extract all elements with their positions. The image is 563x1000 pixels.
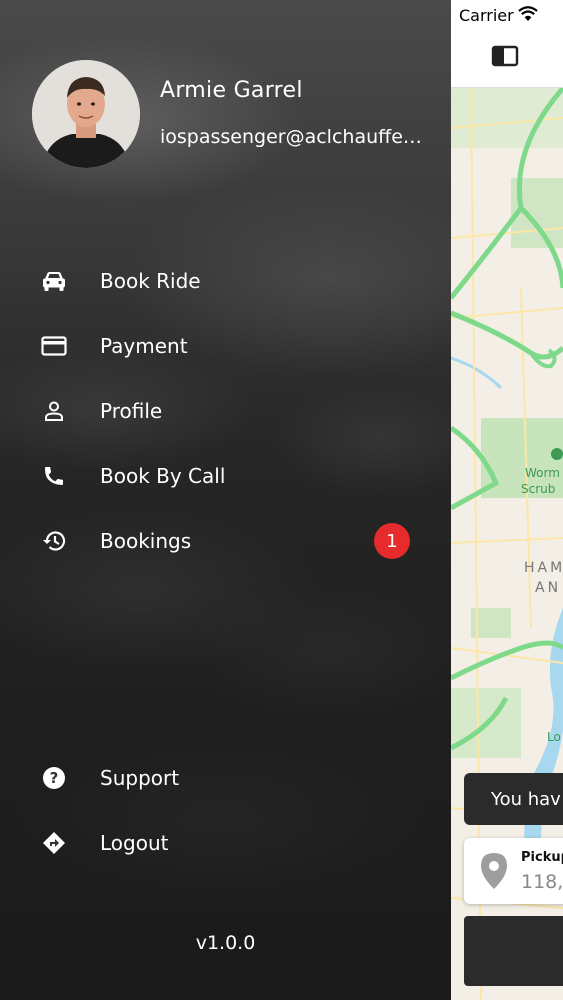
person-icon (40, 397, 68, 425)
menu-item-label: Book Ride (100, 269, 201, 293)
menu-item-label: Support (100, 766, 180, 790)
map-label: HAM (524, 560, 563, 576)
menu-item-label: Bookings (100, 529, 192, 553)
menu-item-label: Profile (100, 399, 163, 423)
directions-icon (40, 829, 68, 857)
main-screen: Carrier Worm Scrub HAM AN Lo You hav Pic… (451, 0, 563, 1000)
menu-item-label: Payment (100, 334, 188, 358)
notice-text: You hav (491, 788, 561, 810)
menu-item-book-by-call[interactable]: Book By Call (0, 448, 451, 504)
phone-icon (40, 462, 68, 490)
menu-item-logout[interactable]: Logout (0, 815, 451, 871)
notice-banner: You hav (464, 773, 563, 825)
car-icon (40, 267, 68, 295)
menu-item-label: Book By Call (100, 464, 226, 488)
menu-item-book-ride[interactable]: Book Ride (0, 253, 451, 309)
avatar[interactable] (32, 60, 140, 168)
side-drawer: Armie Garrel iospassenger@aclchauffeurs.… (0, 0, 451, 1000)
history-icon (40, 527, 68, 555)
menu-item-bookings[interactable]: Bookings 1 (0, 513, 451, 569)
wifi-icon (518, 6, 538, 21)
location-pin-icon (481, 853, 507, 889)
user-email: iospassenger@aclchauffeurs.com (160, 126, 430, 148)
user-name: Armie Garrel (160, 78, 303, 103)
app-version: v1.0.0 (195, 932, 256, 954)
map-label: Scrub (521, 482, 556, 496)
carrier-label: Carrier (459, 6, 514, 25)
book-ride-button[interactable] (464, 916, 563, 986)
help-icon: ? (40, 764, 68, 792)
menu-item-label: Logout (100, 831, 169, 855)
credit-card-icon (40, 332, 68, 360)
pickup-location-card[interactable]: Pickup 118, (464, 838, 563, 904)
sidebar-toggle-icon[interactable] (491, 44, 519, 68)
map-label: Lo (547, 730, 561, 744)
map-label: AN (535, 580, 562, 596)
pickup-address: 118, (521, 871, 563, 893)
status-bar: Carrier (451, 0, 563, 32)
nav-bar (451, 32, 563, 88)
svg-text:?: ? (50, 769, 59, 787)
menu-item-support[interactable]: ? Support (0, 750, 451, 806)
menu-item-payment[interactable]: Payment (0, 318, 451, 374)
map-label: Worm (525, 466, 560, 480)
bookings-badge: 1 (374, 523, 410, 559)
menu-item-profile[interactable]: Profile (0, 383, 451, 439)
avatar-photo (32, 60, 140, 168)
pickup-title: Pickup (521, 850, 563, 865)
